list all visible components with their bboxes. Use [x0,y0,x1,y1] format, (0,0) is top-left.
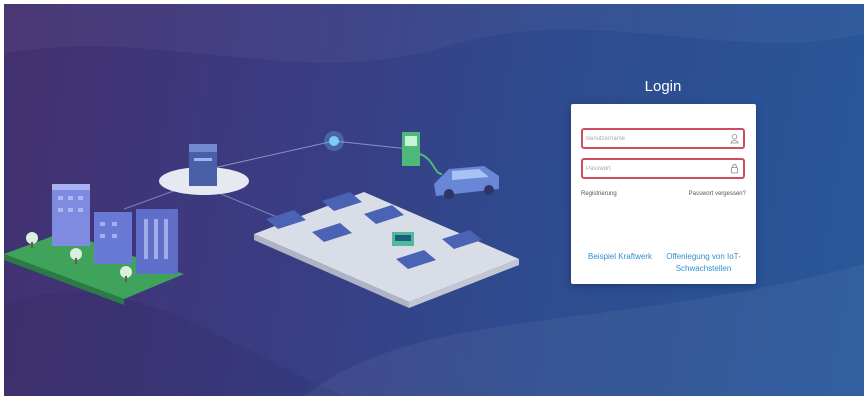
iot-disclosure-line1: Offenlegung von IoT- [666,252,741,261]
iot-disclosure-line2: Schwachstellen [675,264,732,273]
demo-plant-link[interactable]: Beispiel Kraftwerk [588,251,652,263]
login-title: Login [644,78,682,95]
user-icon [730,133,739,144]
forgot-password-link[interactable]: Passwort vergessen? [689,191,746,197]
password-field[interactable] [581,158,745,179]
login-form: Registrierung Passwort vergessen? Beispi… [571,104,756,284]
login-page: Login Registrierung Passwort vergessen? … [4,4,864,396]
register-link[interactable]: Registrierung [581,191,617,197]
username-field[interactable] [581,128,745,149]
lock-icon [730,164,739,174]
username-input[interactable] [586,130,726,147]
password-input[interactable] [586,160,726,177]
iot-vulnerability-disclosure-link[interactable]: Offenlegung von IoT- Schwachstellen [661,251,746,275]
energy-network-illustration [4,131,519,308]
